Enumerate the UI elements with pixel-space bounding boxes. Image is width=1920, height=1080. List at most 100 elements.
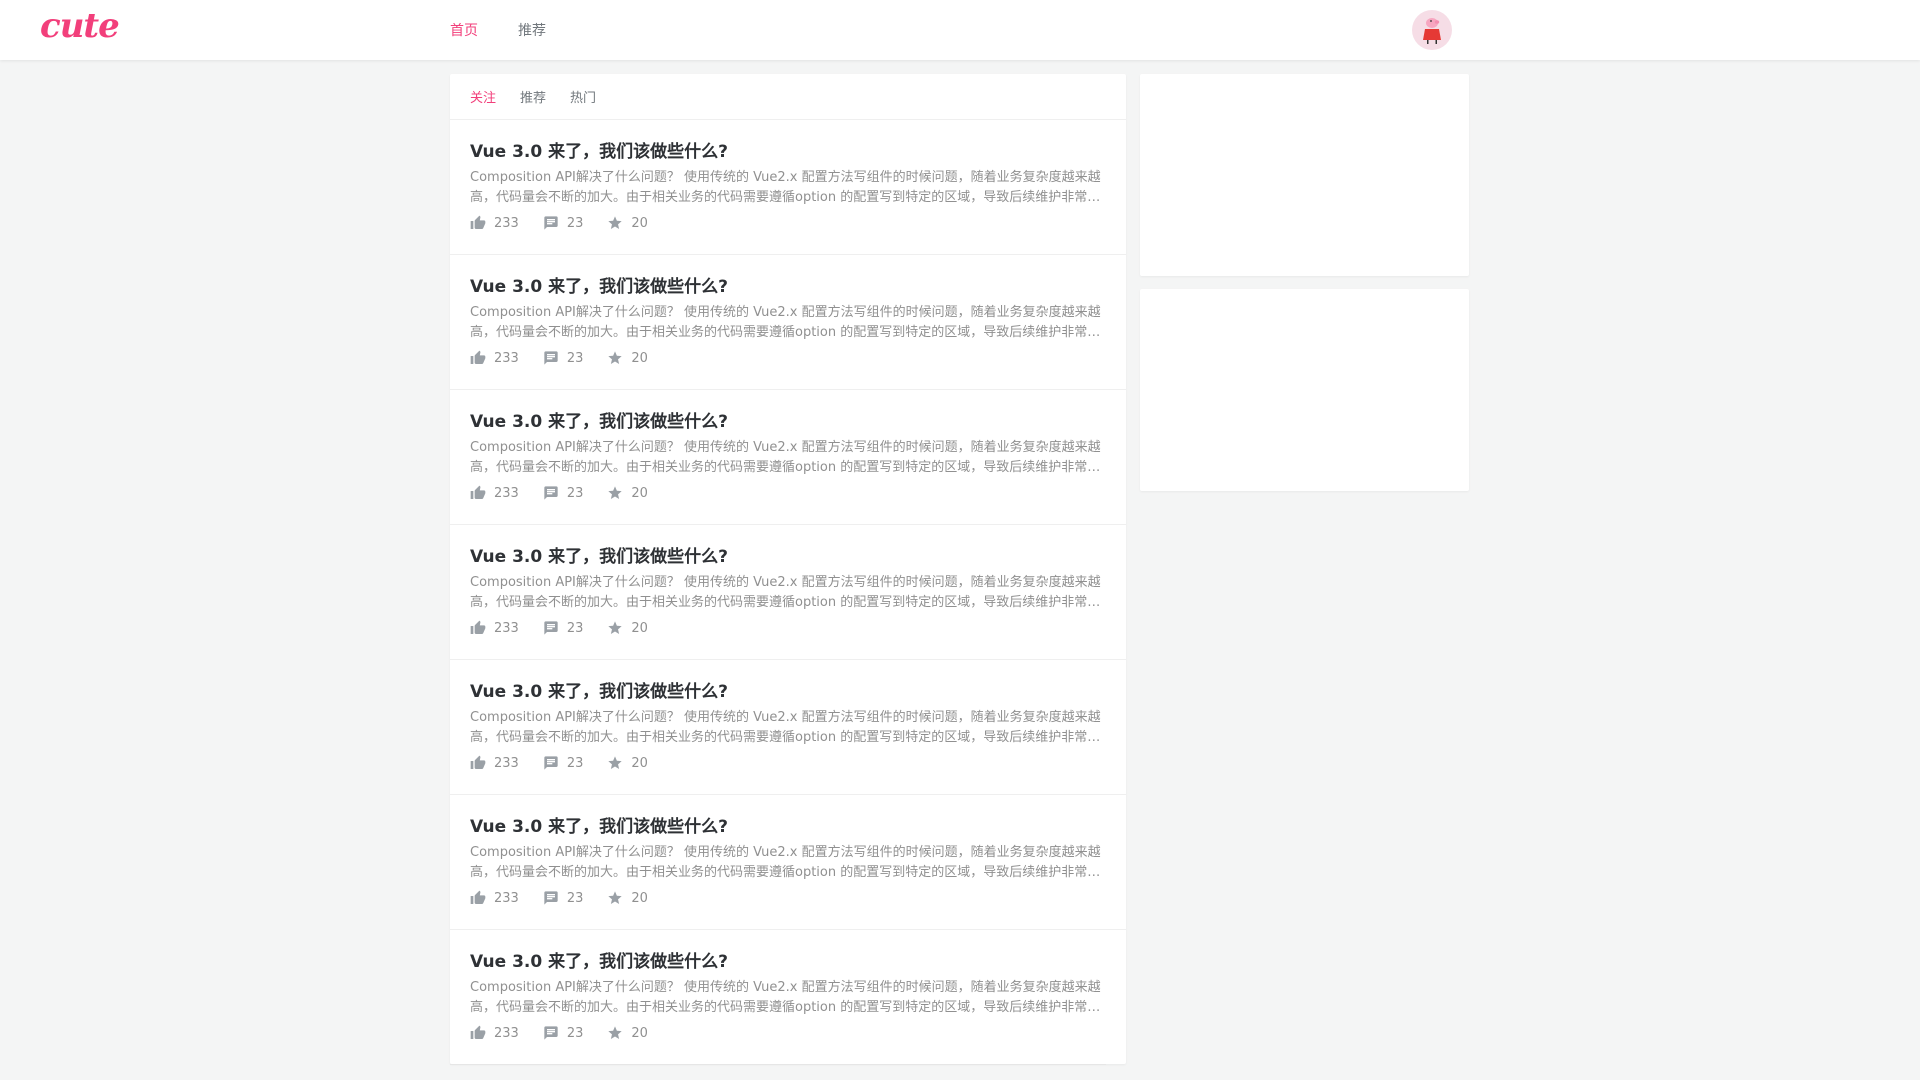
comment-button[interactable]: 23 <box>543 890 584 906</box>
like-button[interactable]: 233 <box>470 215 519 231</box>
star-count: 20 <box>631 755 648 771</box>
feed-tabs: 关注 推荐 热门 <box>450 74 1126 120</box>
like-button[interactable]: 233 <box>470 890 519 906</box>
star-button[interactable]: 20 <box>607 755 648 771</box>
comment-icon <box>544 1026 558 1040</box>
comment-icon <box>544 891 558 905</box>
star-button[interactable]: 20 <box>607 890 648 906</box>
like-count: 233 <box>494 1025 519 1041</box>
thumbs-up-icon <box>470 620 486 634</box>
article-feed: 关注 推荐 热门 Vue 3.0 来了，我们该做些什么? Composition… <box>450 74 1126 1064</box>
article-meta: 233 23 20 <box>470 1024 1106 1042</box>
article-item[interactable]: Vue 3.0 来了，我们该做些什么? Composition API解决了什么… <box>450 660 1126 795</box>
comment-count: 23 <box>566 350 584 366</box>
thumbs-up-icon <box>470 890 486 904</box>
comment-count: 23 <box>566 485 584 501</box>
star-icon <box>608 621 623 634</box>
star-icon <box>608 486 623 499</box>
nav-home[interactable]: 首页 <box>450 20 478 40</box>
article-abstract: Composition API解决了什么问题？ 使用传统的 Vue2.x 配置方… <box>470 980 1101 1015</box>
star-icon <box>608 216 623 229</box>
article-abstract: Composition API解决了什么问题？ 使用传统的 Vue2.x 配置方… <box>470 170 1101 205</box>
article-abstract: Composition API解决了什么问题？ 使用传统的 Vue2.x 配置方… <box>470 710 1101 745</box>
article-meta: 233 23 20 <box>470 619 1106 637</box>
comment-button[interactable]: 23 <box>543 215 584 231</box>
like-count: 233 <box>494 215 519 231</box>
sidebar-card-2 <box>1140 289 1469 491</box>
divider <box>450 1064 1106 1065</box>
article-title[interactable]: Vue 3.0 来了，我们该做些什么? <box>470 276 1106 298</box>
article-meta: 233 23 20 <box>470 214 1106 232</box>
tab-follow[interactable]: 关注 <box>470 87 496 106</box>
tab-recommend[interactable]: 推荐 <box>520 87 546 106</box>
like-button[interactable]: 233 <box>470 350 519 366</box>
star-button[interactable]: 20 <box>607 620 648 636</box>
article-meta: 233 23 20 <box>470 349 1106 367</box>
comment-count: 23 <box>566 215 584 231</box>
peppa-pig-avatar-icon <box>1423 18 1441 44</box>
article-item[interactable]: Vue 3.0 来了，我们该做些什么? Composition API解决了什么… <box>450 120 1126 255</box>
star-button[interactable]: 20 <box>607 215 648 231</box>
article-title[interactable]: Vue 3.0 来了，我们该做些什么? <box>470 141 1106 163</box>
like-button[interactable]: 233 <box>470 620 519 636</box>
article-item[interactable]: Vue 3.0 来了，我们该做些什么? Composition API解决了什么… <box>450 390 1126 525</box>
star-icon <box>608 1026 623 1039</box>
comment-icon <box>544 351 558 365</box>
star-icon <box>608 756 623 769</box>
comment-button[interactable]: 23 <box>543 755 584 771</box>
article-meta: 233 23 20 <box>470 754 1106 772</box>
tab-hot[interactable]: 热门 <box>570 87 596 106</box>
article-item[interactable]: Vue 3.0 来了，我们该做些什么? Composition API解决了什么… <box>450 255 1126 390</box>
like-count: 233 <box>494 620 519 636</box>
comment-button[interactable]: 23 <box>543 620 584 636</box>
article-abstract: Composition API解决了什么问题？ 使用传统的 Vue2.x 配置方… <box>470 305 1101 340</box>
comment-button[interactable]: 23 <box>543 1025 584 1041</box>
article-abstract: Composition API解决了什么问题？ 使用传统的 Vue2.x 配置方… <box>470 440 1101 475</box>
like-count: 233 <box>494 890 519 906</box>
comment-count: 23 <box>566 620 584 636</box>
article-item[interactable]: Vue 3.0 来了，我们该做些什么? Composition API解决了什么… <box>450 930 1126 1064</box>
main-nav: 首页 推荐 <box>450 0 586 60</box>
comment-icon <box>544 621 558 635</box>
comment-button[interactable]: 23 <box>543 350 584 366</box>
star-count: 20 <box>631 485 648 501</box>
article-title[interactable]: Vue 3.0 来了，我们该做些什么? <box>470 951 1106 973</box>
article-title[interactable]: Vue 3.0 来了，我们该做些什么? <box>470 816 1106 838</box>
star-button[interactable]: 20 <box>607 1025 648 1041</box>
comment-icon <box>544 216 558 230</box>
star-count: 20 <box>631 620 648 636</box>
article-abstract: Composition API解决了什么问题？ 使用传统的 Vue2.x 配置方… <box>470 575 1101 610</box>
sidebar-card-1 <box>1140 74 1469 276</box>
like-count: 233 <box>494 755 519 771</box>
star-count: 20 <box>631 215 648 231</box>
comment-icon <box>544 756 558 770</box>
like-button[interactable]: 233 <box>470 1025 519 1041</box>
star-count: 20 <box>631 350 648 366</box>
nav-recommend[interactable]: 推荐 <box>518 20 546 40</box>
thumbs-up-icon <box>470 755 486 769</box>
star-icon <box>608 891 623 904</box>
avatar[interactable] <box>1412 10 1452 50</box>
article-abstract: Composition API解决了什么问题？ 使用传统的 Vue2.x 配置方… <box>470 845 1101 880</box>
comment-button[interactable]: 23 <box>543 485 584 501</box>
article-item[interactable]: Vue 3.0 来了，我们该做些什么? Composition API解决了什么… <box>450 525 1126 660</box>
star-count: 20 <box>631 1025 648 1041</box>
article-title[interactable]: Vue 3.0 来了，我们该做些什么? <box>470 546 1106 568</box>
article-meta: 233 23 20 <box>470 889 1106 907</box>
comment-count: 23 <box>566 1025 584 1041</box>
like-button[interactable]: 233 <box>470 755 519 771</box>
comment-count: 23 <box>566 890 584 906</box>
like-button[interactable]: 233 <box>470 485 519 501</box>
star-button[interactable]: 20 <box>607 485 648 501</box>
article-title[interactable]: Vue 3.0 来了，我们该做些什么? <box>470 681 1106 703</box>
article-list: Vue 3.0 来了，我们该做些什么? Composition API解决了什么… <box>450 120 1126 1064</box>
star-button[interactable]: 20 <box>607 350 648 366</box>
comment-count: 23 <box>566 755 584 771</box>
thumbs-up-icon <box>470 350 486 364</box>
star-count: 20 <box>631 890 648 906</box>
article-item[interactable]: Vue 3.0 来了，我们该做些什么? Composition API解决了什么… <box>450 795 1126 930</box>
logo[interactable]: cute <box>40 6 120 46</box>
top-header: cute 首页 推荐 <box>0 0 1920 60</box>
like-count: 233 <box>494 485 519 501</box>
article-title[interactable]: Vue 3.0 来了，我们该做些什么? <box>470 411 1106 433</box>
